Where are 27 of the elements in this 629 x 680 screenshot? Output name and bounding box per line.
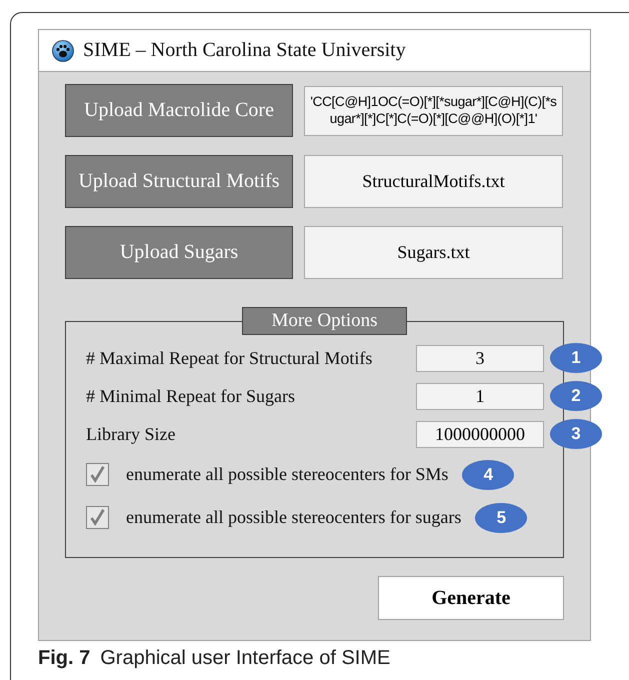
number-field[interactable]: 1 xyxy=(416,382,544,410)
generate-button[interactable]: Generate xyxy=(378,576,564,620)
number-badge: 1 xyxy=(550,343,602,373)
upload-button[interactable]: Upload Sugars xyxy=(65,226,293,279)
figure-caption: Graphical user Interface of SIME xyxy=(100,647,390,670)
upload-button[interactable]: Upload Macrolide Core xyxy=(65,84,293,137)
option-label: # Minimal Repeat for Sugars xyxy=(86,386,296,406)
number-badge: 2 xyxy=(550,381,602,411)
checkbox[interactable] xyxy=(86,463,109,486)
file-name-field[interactable]: StructuralMotifs.txt xyxy=(304,155,563,208)
paw-icon xyxy=(52,40,74,62)
checkbox-label: enumerate all possible stereocenters for sugars xyxy=(126,507,462,528)
number-badge: 5 xyxy=(475,502,528,532)
checkbox[interactable] xyxy=(86,506,109,529)
figure-label: Fig. 7 xyxy=(38,647,90,670)
smiles-field[interactable]: 'CC[C@H]1OC(=O)[*][*sugar*][C@H](C)[*sugar*][*]C[*]C(=O)[*][C@@H](O)[*]1' xyxy=(304,86,563,136)
upload-button[interactable]: Upload Structural Motifs xyxy=(65,155,293,208)
option-label: Library Size xyxy=(86,424,176,444)
option-label: # Maximal Repeat for Structural Motifs xyxy=(86,348,374,368)
file-name-field[interactable]: Sugars.txt xyxy=(304,226,563,279)
window-title: SIME – North Carolina State University xyxy=(83,39,406,62)
number-field[interactable]: 1000000000 xyxy=(416,420,544,448)
options-heading: More Options xyxy=(242,307,407,335)
number-badge: 3 xyxy=(550,419,602,449)
number-field[interactable]: 3 xyxy=(416,344,544,372)
number-badge: 4 xyxy=(462,460,514,490)
checkbox-label: enumerate all possible stereocenters for SMs xyxy=(126,464,448,485)
